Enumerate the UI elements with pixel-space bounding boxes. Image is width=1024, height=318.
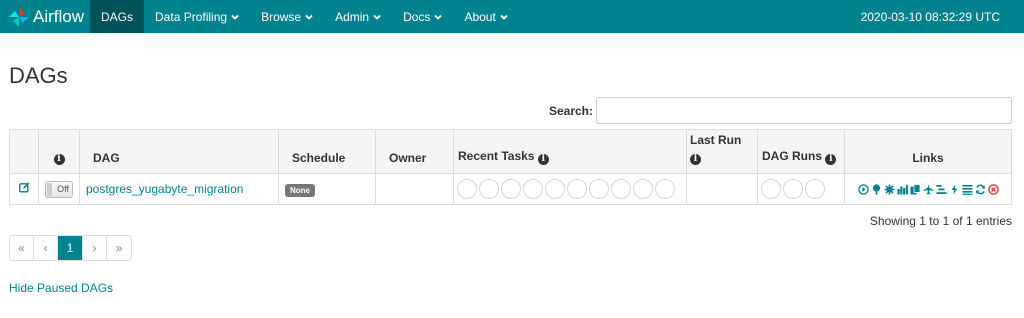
pagination: « ‹ 1 › » <box>9 235 132 261</box>
nav-data-profiling[interactable]: Data Profiling <box>144 0 250 33</box>
nav-about[interactable]: About <box>453 0 518 33</box>
gantt-icon[interactable] <box>936 184 947 195</box>
task-tries-icon[interactable] <box>910 183 921 195</box>
run-state-circle[interactable] <box>761 179 781 199</box>
code-icon[interactable] <box>949 184 960 195</box>
recent-tasks-cell <box>453 173 687 205</box>
header-schedule[interactable]: Schedule <box>278 129 376 174</box>
header-info-col: i <box>38 129 80 174</box>
header-dag[interactable]: DAG <box>79 129 279 174</box>
nav-dags[interactable]: DAGs <box>90 0 145 33</box>
schedule-cell: None <box>278 173 376 205</box>
prev-page-button[interactable]: ‹ <box>34 236 58 260</box>
run-state-circle[interactable] <box>805 179 825 199</box>
brand-name: Airflow <box>33 6 85 26</box>
task-state-circle[interactable] <box>589 179 609 199</box>
entries-info: Showing 1 to 1 of 1 entries <box>869 214 1012 228</box>
chevron-down-icon <box>500 14 508 20</box>
table-header-row: i DAG Schedule Owner Recent Tasks i Last… <box>9 129 1012 174</box>
top-navbar: Airflow DAGs Data Profiling Browse Admin… <box>0 0 1024 33</box>
landing-times-icon[interactable] <box>923 184 934 195</box>
chevron-down-icon <box>231 14 239 20</box>
dag-cell: postgres_yugabyte_migration <box>79 173 279 205</box>
header-last-run: Last Run i <box>686 129 758 174</box>
nav-admin-label: Admin <box>335 9 370 24</box>
header-links-label: Links <box>912 151 944 165</box>
edit-icon[interactable] <box>18 182 30 193</box>
task-state-circle[interactable] <box>523 179 543 199</box>
trigger-dag-icon[interactable] <box>857 183 869 195</box>
nav-about-label: About <box>464 9 496 24</box>
dag-runs-cell <box>757 173 845 205</box>
task-state-circle[interactable] <box>457 179 477 199</box>
next-page-button[interactable]: › <box>83 236 107 260</box>
header-owner-label: Owner <box>389 151 427 165</box>
links-cell <box>844 173 1012 205</box>
run-state-circle[interactable] <box>783 179 803 199</box>
tree-view-icon[interactable] <box>871 183 882 195</box>
header-dag-label: DAG <box>93 151 120 165</box>
nav-dags-label: DAGs <box>101 9 134 24</box>
nav-browse-label: Browse <box>261 9 302 24</box>
nav-docs-label: Docs <box>403 9 431 24</box>
header-dag-runs: DAG Runs i <box>757 129 845 174</box>
header-recent-tasks: Recent Tasks i <box>453 129 687 174</box>
refresh-icon[interactable] <box>975 184 986 195</box>
toggle-cell: Off <box>38 173 80 205</box>
header-edit-col <box>9 129 39 174</box>
schedule-badge: None <box>285 183 315 197</box>
task-state-circle[interactable] <box>479 179 499 199</box>
header-links: Links <box>844 129 1012 174</box>
graph-view-icon[interactable] <box>884 184 895 195</box>
page-title: DAGs <box>9 63 68 88</box>
hide-paused-dags-link[interactable]: Hide Paused DAGs <box>9 281 113 295</box>
edit-cell <box>9 173 39 205</box>
task-state-circle[interactable] <box>611 179 631 199</box>
header-owner[interactable]: Owner <box>375 129 454 174</box>
chevron-down-icon <box>305 14 313 20</box>
nav-browse[interactable]: Browse <box>250 0 324 33</box>
dag-link[interactable]: postgres_yugabyte_migration <box>86 182 243 196</box>
header-recent-tasks-label: Recent Tasks <box>458 149 535 163</box>
chevron-down-icon <box>434 14 443 20</box>
search-label: Search: <box>548 103 593 118</box>
info-icon[interactable]: i <box>825 154 837 165</box>
first-page-button[interactable]: « <box>10 236 34 260</box>
dag-runs-circles <box>761 179 841 199</box>
page-1-button[interactable]: 1 <box>58 236 83 260</box>
dags-table: i DAG Schedule Owner Recent Tasks i Last… <box>9 129 1012 205</box>
search-row: Search: <box>549 97 1012 124</box>
task-state-circle[interactable] <box>501 179 521 199</box>
search-input[interactable] <box>596 97 1012 124</box>
chevron-down-icon <box>373 14 381 20</box>
task-state-circle[interactable] <box>545 179 565 199</box>
header-schedule-label: Schedule <box>292 151 346 165</box>
brand[interactable]: Airflow <box>0 0 90 33</box>
owner-cell <box>375 173 454 205</box>
info-icon[interactable]: i <box>53 154 65 165</box>
task-duration-icon[interactable] <box>897 184 908 195</box>
pause-toggle[interactable]: Off <box>45 180 73 198</box>
nav-data-profiling-label: Data Profiling <box>155 9 228 24</box>
header-last-run-label: Last Run <box>690 133 742 147</box>
last-run-cell <box>686 173 758 205</box>
task-state-circle[interactable] <box>567 179 587 199</box>
dag-links <box>851 183 1005 195</box>
server-clock: 2020-03-10 08:32:29 UTC <box>860 9 1000 24</box>
airflow-logo-icon <box>9 6 29 27</box>
recent-tasks-circles <box>457 179 683 199</box>
nav-docs[interactable]: Docs <box>392 0 453 33</box>
info-icon[interactable]: i <box>690 154 701 165</box>
task-state-circle[interactable] <box>633 179 653 199</box>
delete-icon[interactable] <box>987 183 999 195</box>
last-page-button[interactable]: » <box>107 236 131 260</box>
nav-admin[interactable]: Admin <box>324 0 392 33</box>
task-state-circle[interactable] <box>655 179 675 199</box>
table-row: Off postgres_yugabyte_migration None <box>9 173 1012 205</box>
header-dag-runs-label: DAG Runs <box>762 149 822 163</box>
logs-icon[interactable] <box>962 184 973 195</box>
info-icon[interactable]: i <box>537 154 549 165</box>
